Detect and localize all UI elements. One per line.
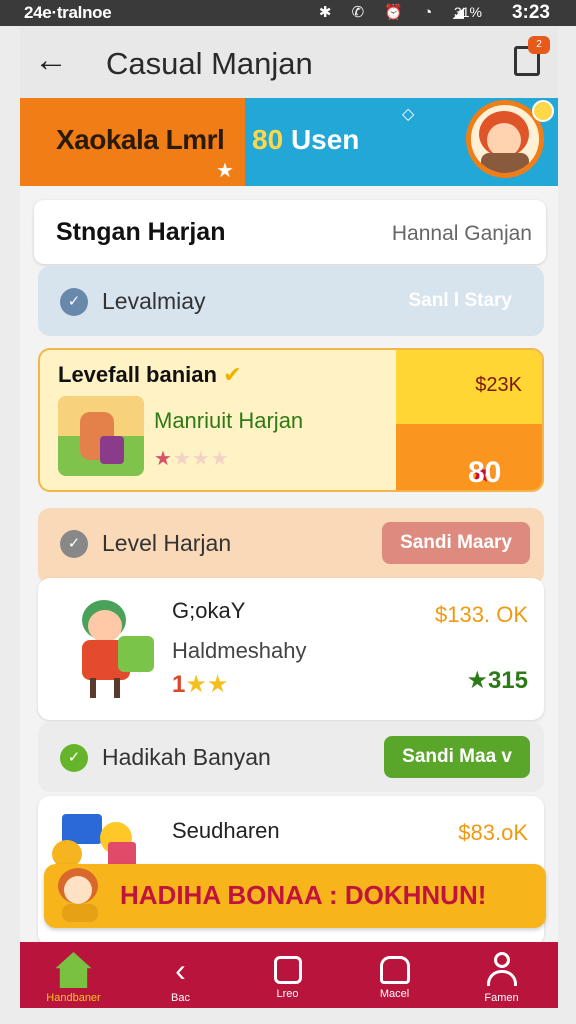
nav-item-house[interactable]: Macel xyxy=(341,942,448,1008)
banner-title: Xaokala Lmrl xyxy=(56,124,225,155)
right-gutter xyxy=(558,26,576,1008)
banner-right-label: Usen xyxy=(290,124,360,155)
promo-text: HADIHA BONAA : DOKHNUN! xyxy=(120,880,487,910)
level-row-button[interactable]: Sandi Maary xyxy=(382,522,530,564)
house-icon xyxy=(379,956,410,984)
page-title: Casual Manjan xyxy=(106,46,313,81)
nav-label: Lreo xyxy=(276,988,299,1000)
battery-indicator: 31% xyxy=(453,4,482,20)
featured-title-text: Levefall banian xyxy=(58,362,217,387)
status-carrier: 24e·tralnoe xyxy=(24,3,112,22)
featured-thumbnail xyxy=(58,396,144,476)
character-thumbnail xyxy=(60,596,156,700)
list-header: Stngan Harjan Hannal Ganjan xyxy=(34,200,546,264)
bottom-edge xyxy=(0,1008,576,1024)
star-icon: ★ xyxy=(466,667,488,694)
level-row[interactable]: ✓ Level Harjan Sandi Maary xyxy=(38,508,544,584)
status-time: 3:23 xyxy=(511,2,550,23)
level-row-label: Hadikah Banyan xyxy=(102,744,271,770)
featured-price-box: $23K xyxy=(396,350,542,424)
banner-highlight-text: 80 Usen xyxy=(252,124,359,156)
level-row-label: Level Harjan xyxy=(102,530,232,556)
item-price: $83.oK xyxy=(458,820,528,845)
diamond-icon: ◇ xyxy=(402,106,415,123)
rating-star-glyphs: ★★ xyxy=(185,671,229,698)
featured-name: Manriuit Harjan xyxy=(154,408,304,433)
thumb-item xyxy=(100,436,124,464)
home-icon xyxy=(55,952,92,988)
nav-label: Famen xyxy=(484,992,519,1004)
featured-score-value: 80 xyxy=(468,456,502,489)
status-bar: 24e·tralnoe ✱ ✆ ⏰ ◔ ◢ 31% 3:23 xyxy=(0,0,576,26)
avatar-face xyxy=(487,123,521,157)
coin-icon xyxy=(532,100,554,122)
item-score: ★315 xyxy=(466,666,528,695)
item-price: $133. OK xyxy=(435,602,528,627)
list-header-title: Stngan Harjan xyxy=(56,218,226,246)
level-row-button[interactable]: Sandi Maa v xyxy=(384,736,530,778)
main-panel: Stngan Harjan Hannal Ganjan ✓ Levalmiay … xyxy=(20,186,558,942)
back-icon: ‹ xyxy=(175,952,186,988)
item-name: G;okaY xyxy=(172,598,246,623)
check-icon: ✓ xyxy=(60,744,88,772)
nav-label: Bac xyxy=(171,992,190,1004)
nav-item-profile[interactable]: Famen xyxy=(448,942,555,1008)
nav-label: Handbaner xyxy=(46,992,101,1004)
nav-item-home[interactable]: Handbaner xyxy=(20,942,127,1008)
notification-badge: 2 xyxy=(528,36,550,54)
status-icons: ✱ ✆ ⏰ ◔ ◢ xyxy=(318,4,472,21)
bottom-nav: Handbaner ‹ Bac Lreo Macel Famen xyxy=(20,942,558,1008)
promo-banner[interactable]: Xaokala Lmrl 80 Usen ★ ◇ xyxy=(20,98,558,186)
char-face xyxy=(88,610,122,642)
nav-item-square[interactable]: Lreo xyxy=(234,942,341,1008)
check-icon: ✓ xyxy=(60,530,88,558)
list-header-subtitle[interactable]: Hannal Ganjan xyxy=(392,222,532,246)
rating-stars: 1★★ xyxy=(172,670,228,699)
promo-toast[interactable]: HADIHA BONAA : DOKHNUN! xyxy=(44,864,546,928)
rating-number: 1 xyxy=(172,671,186,698)
app-bar: ← Casual Manjan 2 xyxy=(20,26,558,98)
coins-thumbnail xyxy=(52,810,142,870)
featured-title: Levefall banian ✔ xyxy=(58,362,242,388)
char-bag xyxy=(118,636,154,672)
list-item-card[interactable]: G;okaY Haldmeshahy 1★★ $133. OK ★315 xyxy=(38,578,544,720)
star-icon: ★ xyxy=(216,160,234,182)
back-arrow-icon[interactable]: ← xyxy=(34,40,74,80)
nav-item-back[interactable]: ‹ Bac xyxy=(127,942,234,1008)
check-icon: ✔ xyxy=(223,362,242,387)
level-row-button[interactable]: Sanl l Stary xyxy=(391,280,531,322)
rating-stars: ★★★★ xyxy=(154,448,230,470)
mascot-icon xyxy=(54,868,104,924)
level-row-label: Levalmiay xyxy=(102,288,206,314)
left-gutter xyxy=(0,26,20,1008)
item-subtitle: Haldmeshahy xyxy=(172,638,307,663)
nav-label: Macel xyxy=(379,988,410,1000)
user-icon xyxy=(484,952,520,988)
banner-highlight-number: 80 xyxy=(252,124,284,155)
level-row[interactable]: ✓ Hadikah Banyan Sandi Maa v xyxy=(38,722,544,792)
char-legs xyxy=(90,678,120,698)
featured-score-box: ★ 80 xyxy=(396,424,542,490)
level-row[interactable]: ✓ Levalmiay Sanl l Stary xyxy=(38,266,544,336)
featured-price: $23K xyxy=(475,374,522,396)
featured-card[interactable]: Levefall banian ✔ Manriuit Harjan ★★★★ $… xyxy=(38,348,544,492)
item-score-value: 315 xyxy=(487,667,528,694)
mascot-coins xyxy=(62,904,98,922)
square-icon xyxy=(273,956,302,984)
mascot-face xyxy=(64,876,92,904)
item-name: Seudharen xyxy=(172,818,280,843)
check-icon: ✓ xyxy=(60,288,88,316)
